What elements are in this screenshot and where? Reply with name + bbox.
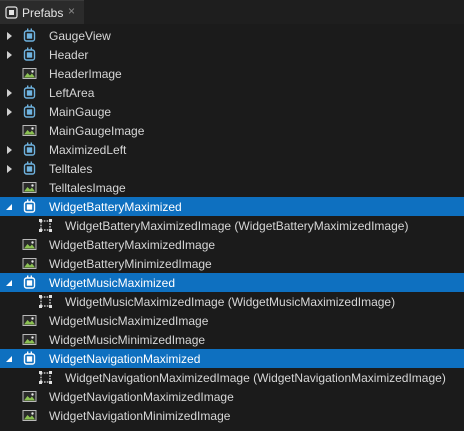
tree-row-label: LeftArea (49, 86, 95, 100)
node-icon (22, 142, 37, 157)
tree-row[interactable]: WidgetBatteryMaximized (0, 197, 464, 216)
node-icon (22, 85, 37, 100)
tab-title: Prefabs (22, 6, 64, 20)
tree-row-label: MainGauge (49, 105, 112, 119)
tree-row[interactable]: GaugeView (0, 26, 464, 45)
node-icon (22, 351, 37, 366)
tab-prefabs[interactable]: Prefabs × (0, 0, 84, 24)
expand-arrow-icon[interactable] (6, 49, 14, 59)
tree-row-label: GaugeView (49, 29, 111, 43)
tree-row[interactable]: HeaderImage (0, 64, 464, 83)
image-placeholder-icon (38, 294, 53, 309)
tree-row-label: WidgetMusicMaximizedImage (WidgetMusicMa… (65, 295, 396, 309)
tree-row-label: WidgetNavigationMaximized (49, 352, 201, 366)
tree-row-label: WidgetNavigationMaximizedImage (WidgetNa… (65, 371, 446, 385)
tree-row[interactable]: WidgetNavigationMaximized (0, 349, 464, 368)
image-icon (22, 313, 37, 328)
tree-row-label: Header (49, 48, 89, 62)
tree-row[interactable]: Header (0, 45, 464, 64)
tree-row-label: WidgetBatteryMaximizedImage (WidgetBatte… (65, 219, 409, 233)
tree-row[interactable]: MainGaugeImage (0, 121, 464, 140)
tree-row[interactable]: WidgetBatteryMaximizedImage (0, 235, 464, 254)
tree-row-label: WidgetNavigationMaximizedImage (49, 390, 234, 404)
image-placeholder-icon (38, 218, 53, 233)
tree-row[interactable]: WidgetNavigationMaximizedImage (WidgetNa… (0, 368, 464, 387)
tree-row-label: WidgetBatteryMinimizedImage (49, 257, 212, 271)
node-icon (22, 161, 37, 176)
node-icon (22, 275, 37, 290)
tree-row[interactable]: LeftArea (0, 83, 464, 102)
expand-arrow-icon[interactable] (6, 30, 14, 40)
tree-row[interactable]: WidgetNavigationMinimizedImage (0, 406, 464, 425)
node-icon (22, 47, 37, 62)
tree-row[interactable]: WidgetBatteryMaximizedImage (WidgetBatte… (0, 216, 464, 235)
tree-row-label: MaximizedLeft (49, 143, 127, 157)
image-placeholder-icon (38, 370, 53, 385)
tree-row[interactable]: WidgetMusicMaximizedImage (WidgetMusicMa… (0, 292, 464, 311)
tree-row-label: MainGaugeImage (49, 124, 145, 138)
tree-row-label: WidgetMusicMaximized (49, 276, 176, 290)
image-icon (22, 408, 37, 423)
image-icon (22, 332, 37, 347)
tree-row-label: WidgetMusicMaximizedImage (49, 314, 209, 328)
image-icon (22, 237, 37, 252)
image-icon (22, 180, 37, 195)
tree-row[interactable]: Telltales (0, 159, 464, 178)
image-icon (22, 256, 37, 271)
node-icon (22, 104, 37, 119)
node-icon (22, 199, 37, 214)
tree-row-label: WidgetNavigationMinimizedImage (49, 409, 231, 423)
collapse-arrow-icon[interactable] (6, 277, 14, 287)
tree-row-label: WidgetBatteryMaximized (49, 200, 182, 214)
panel-tab-bar: Prefabs × (0, 0, 464, 24)
node-icon (22, 28, 37, 43)
tree-row[interactable]: TelltalesImage (0, 178, 464, 197)
tree-row-label: HeaderImage (49, 67, 122, 81)
image-icon (22, 66, 37, 81)
prefabs-icon (5, 6, 18, 19)
tree-row-label: TelltalesImage (49, 181, 126, 195)
image-icon (22, 389, 37, 404)
image-icon (22, 123, 37, 138)
expand-arrow-icon[interactable] (6, 163, 14, 173)
prefab-tree: GaugeView Header HeaderImage LeftArea MainGa… (0, 26, 464, 425)
tree-row[interactable]: WidgetMusicMaximizedImage (0, 311, 464, 330)
collapse-arrow-icon[interactable] (6, 201, 14, 211)
tree-row[interactable]: WidgetMusicMinimizedImage (0, 330, 464, 349)
tree-row-label: WidgetMusicMinimizedImage (49, 333, 206, 347)
tree-row[interactable]: MainGauge (0, 102, 464, 121)
close-icon[interactable]: × (68, 4, 75, 18)
collapse-arrow-icon[interactable] (6, 353, 14, 363)
expand-arrow-icon[interactable] (6, 144, 14, 154)
tree-row[interactable]: WidgetBatteryMinimizedImage (0, 254, 464, 273)
tree-row[interactable]: MaximizedLeft (0, 140, 464, 159)
tree-row[interactable]: WidgetNavigationMaximizedImage (0, 387, 464, 406)
tree-row[interactable]: WidgetMusicMaximized (0, 273, 464, 292)
expand-arrow-icon[interactable] (6, 87, 14, 97)
expand-arrow-icon[interactable] (6, 106, 14, 116)
tree-row-label: Telltales (49, 162, 93, 176)
tree-row-label: WidgetBatteryMaximizedImage (49, 238, 216, 252)
